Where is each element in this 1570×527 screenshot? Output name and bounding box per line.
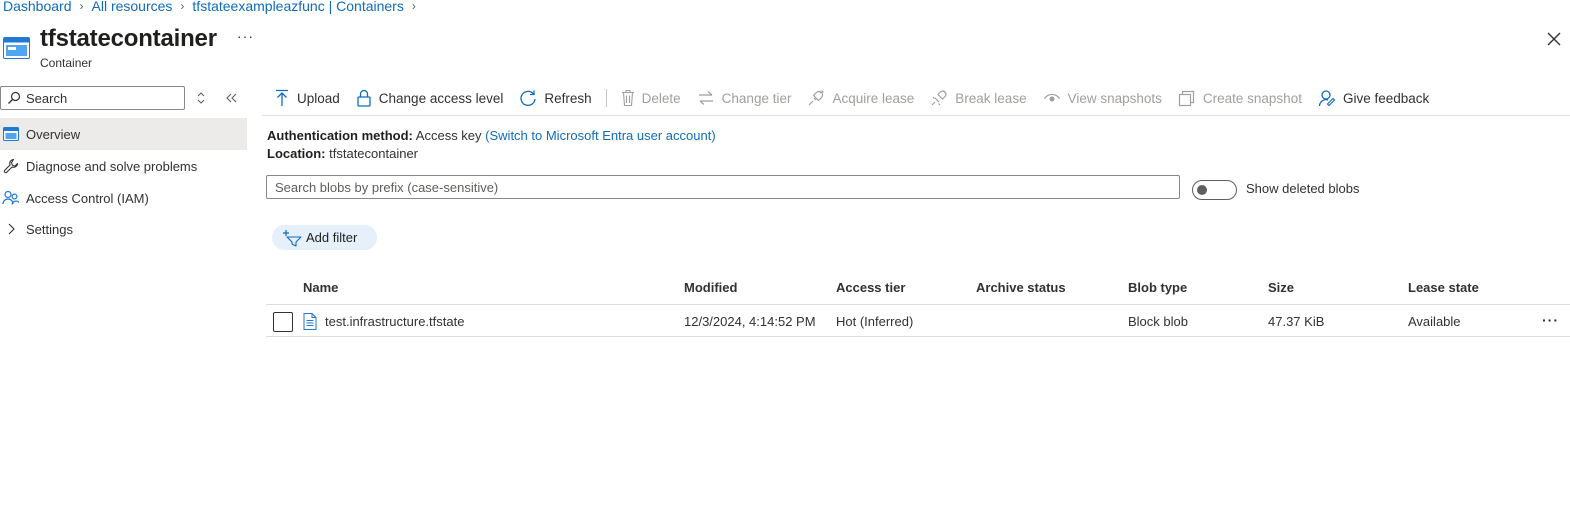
delete-label: Delete [641,90,681,106]
delete-button[interactable]: Delete [613,82,689,114]
table-row-divider [266,336,1570,337]
column-header-name[interactable]: Name [303,280,338,295]
cell-access-tier: Hot (Inferred) [836,314,914,329]
sidebar-item-label: Settings [26,221,73,237]
column-header-archive-status[interactable]: Archive status [976,280,1066,295]
sort-updown-icon[interactable] [192,89,210,107]
upload-label: Upload [297,90,340,106]
sidebar-item-label: Overview [26,126,81,142]
trash-icon [621,89,634,107]
change-access-level-label: Change access level [378,90,504,106]
table-header-divider [266,304,1570,305]
change-tier-button[interactable]: Change tier [689,82,800,114]
auth-method-line: Authentication method: Access key (Switc… [267,128,716,143]
copy-icon [1178,90,1194,107]
cell-blob-type: Block blob [1128,314,1188,329]
swap-arrows-icon [698,91,713,105]
sidebar-item-settings[interactable]: Settings [0,213,247,245]
upload-icon [276,89,288,106]
refresh-icon [520,90,537,107]
sidebar-search-input[interactable]: Search [0,86,185,110]
chevron-right-icon: › [180,0,185,13]
sidebar-item-label: Access Control (IAM) [26,190,149,206]
sidebar-search-placeholder: Search [26,90,68,106]
column-header-modified[interactable]: Modified [684,280,737,295]
column-header-lease-state[interactable]: Lease state [1408,280,1479,295]
command-bar: Upload Change access level Refresh Delet… [266,82,1437,114]
collapse-sidebar-icon[interactable] [222,89,240,107]
row-select-checkbox[interactable] [273,312,293,332]
chevron-right-icon: › [411,0,416,13]
people-icon [2,189,20,207]
give-feedback-button[interactable]: Give feedback [1310,82,1437,114]
blob-prefix-placeholder: Search blobs by prefix (case-sensitive) [275,179,499,195]
create-snapshot-label: Create snapshot [1202,90,1302,106]
add-filter-label: Add filter [306,230,358,245]
toolbar-divider [605,89,607,107]
file-icon [303,313,317,330]
refresh-label: Refresh [544,90,592,106]
eye-icon [1043,93,1060,102]
show-deleted-blobs-label: Show deleted blobs [1246,181,1360,196]
sidebar-item-label: Diagnose and solve problems [26,158,198,174]
view-snapshots-label: View snapshots [1067,90,1162,106]
cell-modified: 12/3/2024, 4:14:52 PM [684,314,816,329]
auth-method-value: Access key [415,128,482,143]
sidebar-item-access-control[interactable]: Access Control (IAM) [0,182,247,214]
cell-lease-state: Available [1408,314,1461,329]
link-icon [809,90,825,106]
acquire-lease-label: Acquire lease [832,90,915,106]
show-deleted-blobs-toggle[interactable] [1192,180,1237,200]
broken-link-icon [931,90,947,106]
lock-icon [357,89,371,107]
break-lease-label: Break lease [955,90,1027,106]
toolbar-divider-line [262,115,1570,116]
column-header-access-tier[interactable]: Access tier [836,280,905,295]
give-feedback-label: Give feedback [1342,90,1430,106]
change-tier-label: Change tier [721,90,792,106]
blob-prefix-search-input[interactable]: Search blobs by prefix (case-sensitive) [266,175,1180,199]
row-more-actions-button[interactable]: ··· [1542,312,1559,328]
breadcrumb-dashboard[interactable]: Dashboard [3,0,72,14]
breadcrumb-all-resources[interactable]: All resources [92,0,173,14]
container-icon [2,125,20,143]
acquire-lease-button[interactable]: Acquire lease [799,82,922,114]
sidebar-item-overview[interactable]: Overview [0,118,247,150]
wrench-icon [2,157,20,175]
auth-method-label: Authentication method: [267,128,413,143]
view-snapshots-button[interactable]: View snapshots [1035,82,1170,114]
container-icon [3,37,30,59]
breadcrumb-containers[interactable]: tfstateexampleazfunc | Containers [192,0,403,14]
location-line: Location: tfstatecontainer [267,146,418,161]
upload-button[interactable]: Upload [266,82,348,114]
breadcrumb: Dashboard › All resources › tfstateexamp… [3,0,424,15]
location-value: tfstatecontainer [329,146,419,161]
sidebar-item-diagnose[interactable]: Diagnose and solve problems [0,150,247,182]
add-filter-icon [283,229,302,247]
cell-size: 47.37 KiB [1268,314,1325,329]
switch-auth-link[interactable]: (Switch to Microsoft Entra user account) [485,128,715,143]
column-header-size[interactable]: Size [1268,280,1294,295]
chevron-right-icon[interactable] [2,220,20,238]
refresh-button[interactable]: Refresh [511,82,599,114]
page-subtitle: Container [40,56,93,70]
break-lease-button[interactable]: Break lease [922,82,1034,114]
feedback-icon [1318,90,1336,107]
toggle-knob [1197,185,1207,195]
column-header-blob-type[interactable]: Blob type [1128,280,1187,295]
create-snapshot-button[interactable]: Create snapshot [1170,82,1310,114]
page-title: tfstatecontainer [40,25,217,52]
add-filter-button[interactable]: Add filter [272,225,377,250]
more-options-button[interactable]: ··· [237,28,254,44]
location-label: Location: [267,146,326,161]
blob-name-link[interactable]: test.infrastructure.tfstate [325,314,464,329]
chevron-right-icon: › [79,0,84,13]
change-access-level-button[interactable]: Change access level [348,82,512,114]
close-icon[interactable] [1545,30,1563,48]
search-icon [8,91,21,104]
